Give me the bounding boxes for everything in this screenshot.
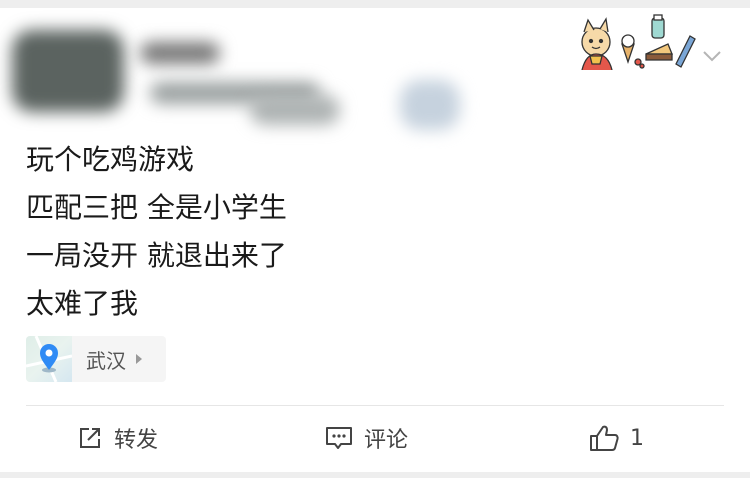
location-name: 武汉 [86,348,126,373]
like-count: 1 [630,425,644,451]
comment-icon [326,427,352,449]
forward-button[interactable]: 转发 [76,418,158,458]
thumbs-up-icon [590,425,619,451]
post-content: 玩个吃鸡游戏 匹配三把 全是小学生 一局没开 就退出来了 太难了我 [26,136,287,328]
comment-button[interactable]: 评论 [324,418,408,458]
location-map-thumbnail [26,336,72,382]
share-icon [80,428,100,448]
location-pin-icon [26,336,72,382]
like-button[interactable]: 1 [588,418,644,458]
chevron-right-icon [136,354,142,364]
weibo-post-card: 玩个吃鸡游戏 匹配三把 全是小学生 一局没开 就退出来了 太难了我 武汉 转发 [0,0,750,478]
comment-label: 评论 [364,428,409,453]
username-redacted[interactable] [140,42,220,64]
top-separator [0,0,750,8]
post-text-line: 一局没开 就退出来了 [26,239,287,272]
chevron-down-icon[interactable] [700,44,724,68]
divider [26,405,724,406]
avatar-redacted[interactable] [12,30,124,112]
post-meta-redacted [400,80,460,130]
post-text-line: 太难了我 [26,287,139,320]
card-sticker-icon [581,14,696,70]
bottom-separator [0,472,750,478]
post-meta-redacted [250,95,340,125]
location-tag[interactable]: 武汉 [26,336,166,382]
post-text-line: 匹配三把 全是小学生 [26,191,287,224]
forward-label: 转发 [114,428,159,453]
post-text-line: 玩个吃鸡游戏 [26,143,195,176]
